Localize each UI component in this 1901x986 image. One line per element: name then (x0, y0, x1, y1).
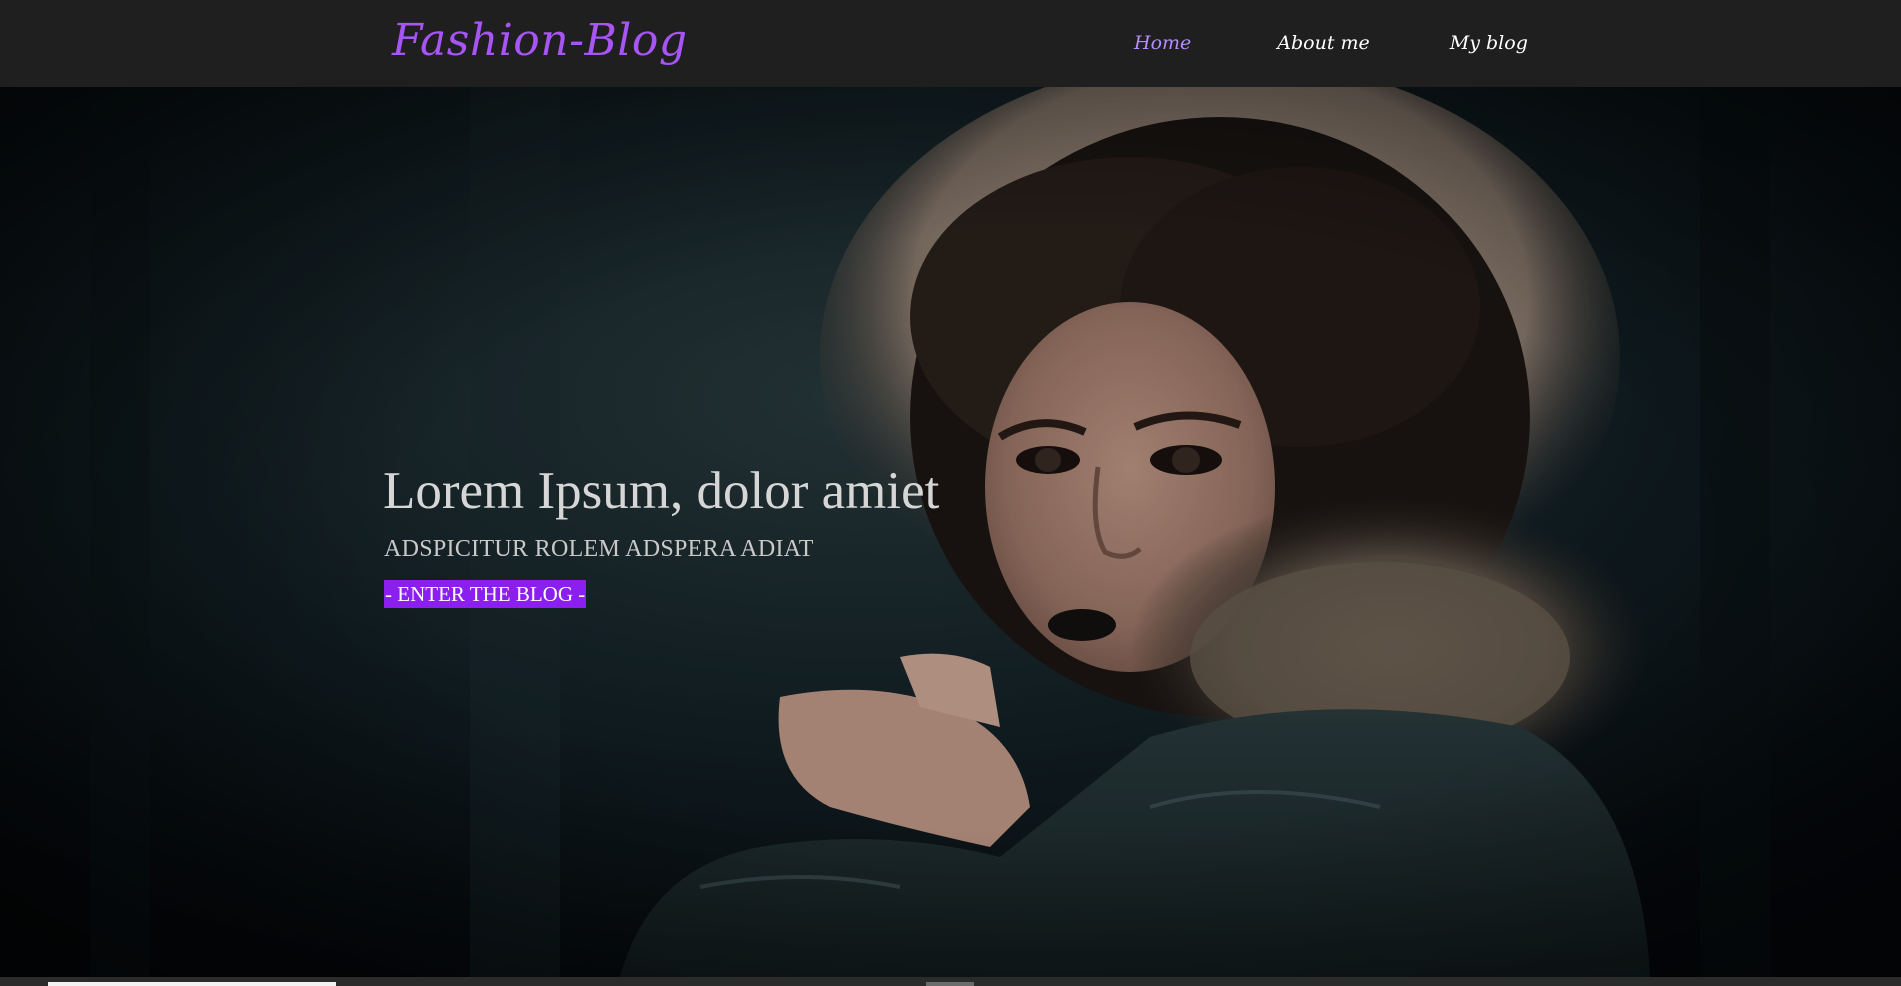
nav-link-my-blog[interactable]: My blog (1450, 30, 1528, 56)
horizontal-scrollbar-thumb[interactable] (48, 982, 336, 986)
top-navbar: Fashion-Blog Home About me My blog (0, 0, 1901, 87)
hero-title: Lorem Ipsum, dolor amiet (383, 462, 940, 520)
site-logo[interactable]: Fashion-Blog (392, 14, 688, 68)
nav-link-home[interactable]: Home (1134, 30, 1191, 56)
scroll-position-indicator (926, 982, 974, 986)
hero-section: Lorem Ipsum, dolor amiet ADSPICITUR ROLE… (0, 87, 1901, 977)
nav-link-about-me[interactable]: About me (1277, 30, 1370, 56)
hero-background-image (0, 87, 1901, 977)
main-nav: Home About me My blog (1110, 30, 1528, 56)
enter-blog-button[interactable]: - ENTER THE BLOG - (384, 580, 587, 608)
hero-subtitle: ADSPICITUR ROLEM ADSPERA ADIAT (384, 536, 814, 562)
